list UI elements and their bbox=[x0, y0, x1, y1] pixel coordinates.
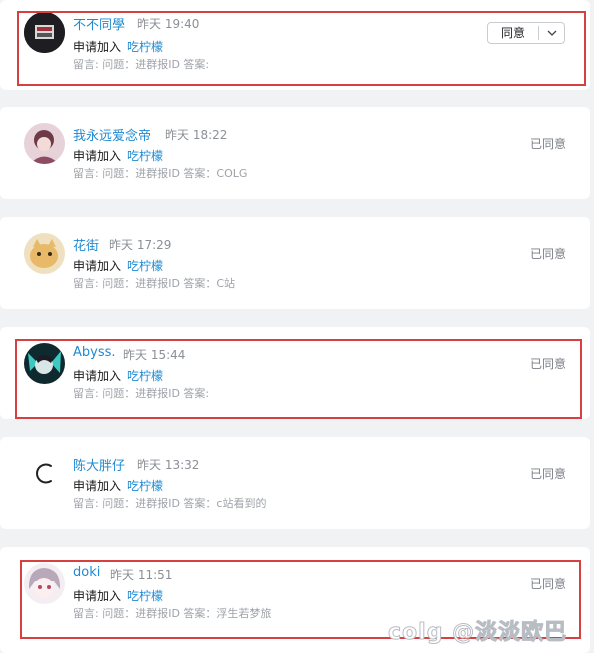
avatar[interactable] bbox=[24, 563, 65, 604]
request-time: 昨天 15:44 bbox=[123, 348, 186, 362]
request-detail: 留言: 问题：进群报ID 答案: bbox=[73, 58, 210, 71]
request-detail: 留言: 问题：进群报ID 答案：C站 bbox=[73, 277, 236, 290]
status-approved: 已同意 bbox=[529, 247, 566, 261]
request-detail: 留言: 问题：进群报ID 答案：c站看到的 bbox=[73, 497, 267, 510]
requester-name[interactable]: 花街 bbox=[73, 235, 99, 254]
requester-name[interactable]: doki bbox=[73, 565, 100, 580]
request-action: 申请加入 吃柠檬 bbox=[73, 257, 163, 274]
action-text: 申请加入 bbox=[73, 149, 122, 163]
avatar[interactable] bbox=[24, 453, 65, 494]
status-approved: 已同意 bbox=[529, 577, 566, 591]
action-text: 申请加入 bbox=[73, 40, 122, 54]
request-card: 我永远爱念帝 昨天 18:22 申请加入 吃柠檬 留言: 问题：进群报ID 答案：… bbox=[0, 107, 590, 199]
avatar-image bbox=[24, 233, 65, 274]
avatar[interactable] bbox=[24, 233, 65, 274]
avatar[interactable] bbox=[24, 123, 65, 164]
request-time: 昨天 19:40 bbox=[137, 17, 200, 31]
request-time: 昨天 13:32 bbox=[137, 458, 200, 472]
action-text: 申请加入 bbox=[73, 479, 122, 493]
action-text: 申请加入 bbox=[73, 259, 122, 273]
group-link[interactable]: 吃柠檬 bbox=[127, 369, 163, 383]
requester-name[interactable]: 陈大胖仔 bbox=[73, 455, 125, 474]
request-detail: 留言: 问题：进群报ID 答案: bbox=[73, 387, 210, 400]
avatar-image bbox=[24, 343, 65, 384]
request-card: 花街 昨天 17:29 申请加入 吃柠檬 留言: 问题：进群报ID 答案：C站 已… bbox=[0, 217, 590, 309]
request-detail: 留言: 问题：进群报ID 答案：浮生若梦旅 bbox=[73, 607, 272, 620]
requester-name[interactable]: 我永远爱念帝 bbox=[73, 125, 151, 144]
group-link[interactable]: 吃柠檬 bbox=[127, 149, 163, 163]
chevron-down-icon bbox=[547, 30, 556, 36]
group-link[interactable]: 吃柠檬 bbox=[127, 479, 163, 493]
action-text: 申请加入 bbox=[73, 589, 122, 603]
avatar[interactable] bbox=[24, 12, 65, 53]
group-link[interactable]: 吃柠檬 bbox=[127, 589, 163, 603]
request-action: 申请加入 吃柠檬 bbox=[73, 147, 163, 164]
action-text: 申请加入 bbox=[73, 369, 122, 383]
request-action: 申请加入 吃柠檬 bbox=[73, 477, 163, 494]
loading-spinner-icon bbox=[36, 463, 52, 484]
avatar[interactable] bbox=[24, 343, 65, 384]
status-approved: 已同意 bbox=[529, 357, 566, 371]
request-card: 陈大胖仔 昨天 13:32 申请加入 吃柠檬 留言: 问题：进群报ID 答案：c站… bbox=[0, 437, 590, 529]
request-time: 昨天 18:22 bbox=[165, 128, 228, 142]
request-action: 申请加入 吃柠檬 bbox=[73, 38, 163, 55]
request-card: Abyss. 昨天 15:44 申请加入 吃柠檬 留言: 问题：进群报ID 答案:… bbox=[0, 327, 590, 419]
request-card: 不不同學 昨天 19:40 申请加入 吃柠檬 留言: 问题：进群报ID 答案: 同… bbox=[0, 0, 590, 90]
requester-name[interactable]: 不不同學 bbox=[73, 14, 125, 33]
request-time: 昨天 17:29 bbox=[109, 238, 172, 252]
request-action: 申请加入 吃柠檬 bbox=[73, 587, 163, 604]
requester-name[interactable]: Abyss. bbox=[73, 345, 116, 360]
status-approved: 已同意 bbox=[529, 137, 566, 151]
watermark: colg @淡淡欧巴 bbox=[387, 620, 568, 646]
approve-dropdown-button[interactable] bbox=[539, 30, 564, 36]
request-action: 申请加入 吃柠檬 bbox=[73, 367, 163, 384]
approve-button[interactable]: 同意 bbox=[488, 26, 539, 40]
status-approved: 已同意 bbox=[529, 467, 566, 481]
approve-split-button: 同意 bbox=[487, 22, 565, 44]
request-detail: 留言: 问题：进群报ID 答案：COLG bbox=[73, 167, 248, 180]
avatar-image bbox=[24, 12, 65, 53]
group-link[interactable]: 吃柠檬 bbox=[127, 40, 163, 54]
request-time: 昨天 11:51 bbox=[110, 568, 173, 582]
avatar-image bbox=[24, 563, 65, 604]
avatar-image bbox=[24, 123, 65, 164]
group-link[interactable]: 吃柠檬 bbox=[127, 259, 163, 273]
